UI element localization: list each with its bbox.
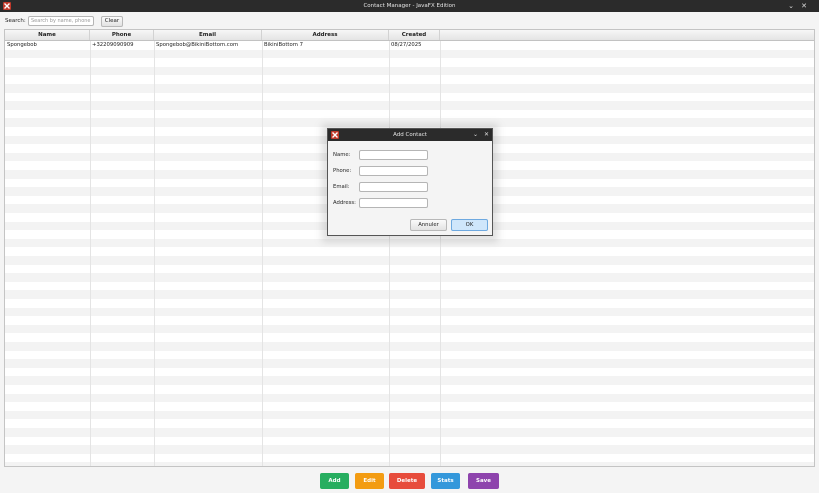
- table-row[interactable]: [5, 428, 814, 437]
- name-field[interactable]: [359, 150, 428, 160]
- table-row[interactable]: [5, 316, 814, 325]
- table-row[interactable]: [5, 247, 814, 256]
- column-header-created[interactable]: Created: [389, 30, 440, 40]
- delete-button[interactable]: Delete: [389, 473, 425, 489]
- close-icon[interactable]: ✕: [799, 0, 809, 12]
- table-row[interactable]: [5, 462, 814, 466]
- window-title: Contact Manager - JavaFX Edition: [363, 3, 456, 9]
- table-row[interactable]: [5, 75, 814, 84]
- chevron-down-icon[interactable]: ⌄: [786, 0, 796, 12]
- save-button[interactable]: Save: [468, 473, 499, 489]
- table-row[interactable]: [5, 367, 814, 377]
- table-body: Spongebob +32209090909 Spongebob@BikiniB…: [5, 41, 814, 466]
- table-row[interactable]: [5, 58, 814, 67]
- table-row[interactable]: [5, 84, 814, 93]
- table-row[interactable]: [5, 419, 814, 428]
- column-divider: [154, 41, 155, 466]
- column-divider: [389, 41, 390, 466]
- address-field[interactable]: [359, 198, 428, 208]
- column-divider: [262, 41, 263, 466]
- table-row[interactable]: [5, 350, 814, 360]
- email-label: Email:: [333, 184, 350, 190]
- cell-created: 08/27/2025: [391, 42, 422, 48]
- table-row[interactable]: [5, 307, 814, 317]
- column-header-address[interactable]: Address: [262, 30, 389, 40]
- table-row[interactable]: [5, 256, 814, 265]
- column-header-name[interactable]: Name: [5, 30, 90, 40]
- table-row[interactable]: Spongebob +32209090909 Spongebob@BikiniB…: [5, 41, 814, 50]
- clear-button[interactable]: Clear: [101, 16, 123, 27]
- table-row[interactable]: [5, 453, 814, 463]
- cancel-button[interactable]: Annuler: [410, 219, 447, 231]
- cell-email: Spongebob@BikiniBottom.com: [156, 42, 239, 48]
- table-row[interactable]: [5, 333, 814, 342]
- table-row[interactable]: [5, 324, 814, 334]
- table-row[interactable]: [5, 299, 814, 308]
- edit-button[interactable]: Edit: [355, 473, 384, 489]
- stats-button[interactable]: Stats: [431, 473, 460, 489]
- address-label: Address:: [333, 200, 356, 206]
- add-contact-dialog: Add Contact ⌄ ✕ Name: Phone: Email: Addr…: [327, 128, 493, 236]
- table-row[interactable]: [5, 436, 814, 446]
- dialog-titlebar: Add Contact ⌄ ✕: [328, 129, 492, 141]
- table-row[interactable]: [5, 101, 814, 110]
- cell-phone: +32209090909: [92, 42, 134, 48]
- table-row[interactable]: [5, 66, 814, 76]
- table-row[interactable]: [5, 385, 814, 394]
- search-input[interactable]: [28, 16, 94, 26]
- table-row[interactable]: [5, 49, 814, 59]
- phone-field[interactable]: [359, 166, 428, 176]
- chevron-down-icon[interactable]: ⌄: [471, 129, 480, 141]
- column-divider: [440, 41, 441, 466]
- search-label: Search:: [5, 18, 26, 24]
- table-row[interactable]: [5, 402, 814, 411]
- dialog-title: Add Contact: [393, 132, 427, 138]
- table-row[interactable]: [5, 393, 814, 403]
- column-header-email[interactable]: Email: [154, 30, 262, 40]
- table-row[interactable]: [5, 342, 814, 351]
- table-row[interactable]: [5, 273, 814, 282]
- table-row[interactable]: [5, 281, 814, 291]
- table-row[interactable]: [5, 359, 814, 368]
- table-row[interactable]: [5, 264, 814, 274]
- ok-button[interactable]: OK: [451, 219, 488, 231]
- app-icon: [331, 131, 339, 139]
- table-header: Name Phone Email Address Created: [5, 30, 814, 41]
- cell-name: Spongebob: [7, 42, 37, 48]
- email-field[interactable]: [359, 182, 428, 192]
- add-button[interactable]: Add: [320, 473, 349, 489]
- column-header-phone[interactable]: Phone: [90, 30, 154, 40]
- table-row[interactable]: [5, 445, 814, 454]
- close-icon[interactable]: ✕: [482, 129, 491, 141]
- phone-label: Phone:: [333, 168, 352, 174]
- table-row[interactable]: [5, 109, 814, 119]
- name-label: Name:: [333, 152, 351, 158]
- contacts-table[interactable]: Name Phone Email Address Created Spongeb…: [4, 29, 815, 467]
- table-row[interactable]: [5, 92, 814, 102]
- cell-address: BikiniBottom 7: [264, 42, 303, 48]
- column-divider: [90, 41, 91, 466]
- table-row[interactable]: [5, 376, 814, 385]
- window-titlebar: Contact Manager - JavaFX Edition ⌄ ✕: [0, 0, 819, 12]
- table-row[interactable]: [5, 410, 814, 420]
- table-row[interactable]: [5, 290, 814, 299]
